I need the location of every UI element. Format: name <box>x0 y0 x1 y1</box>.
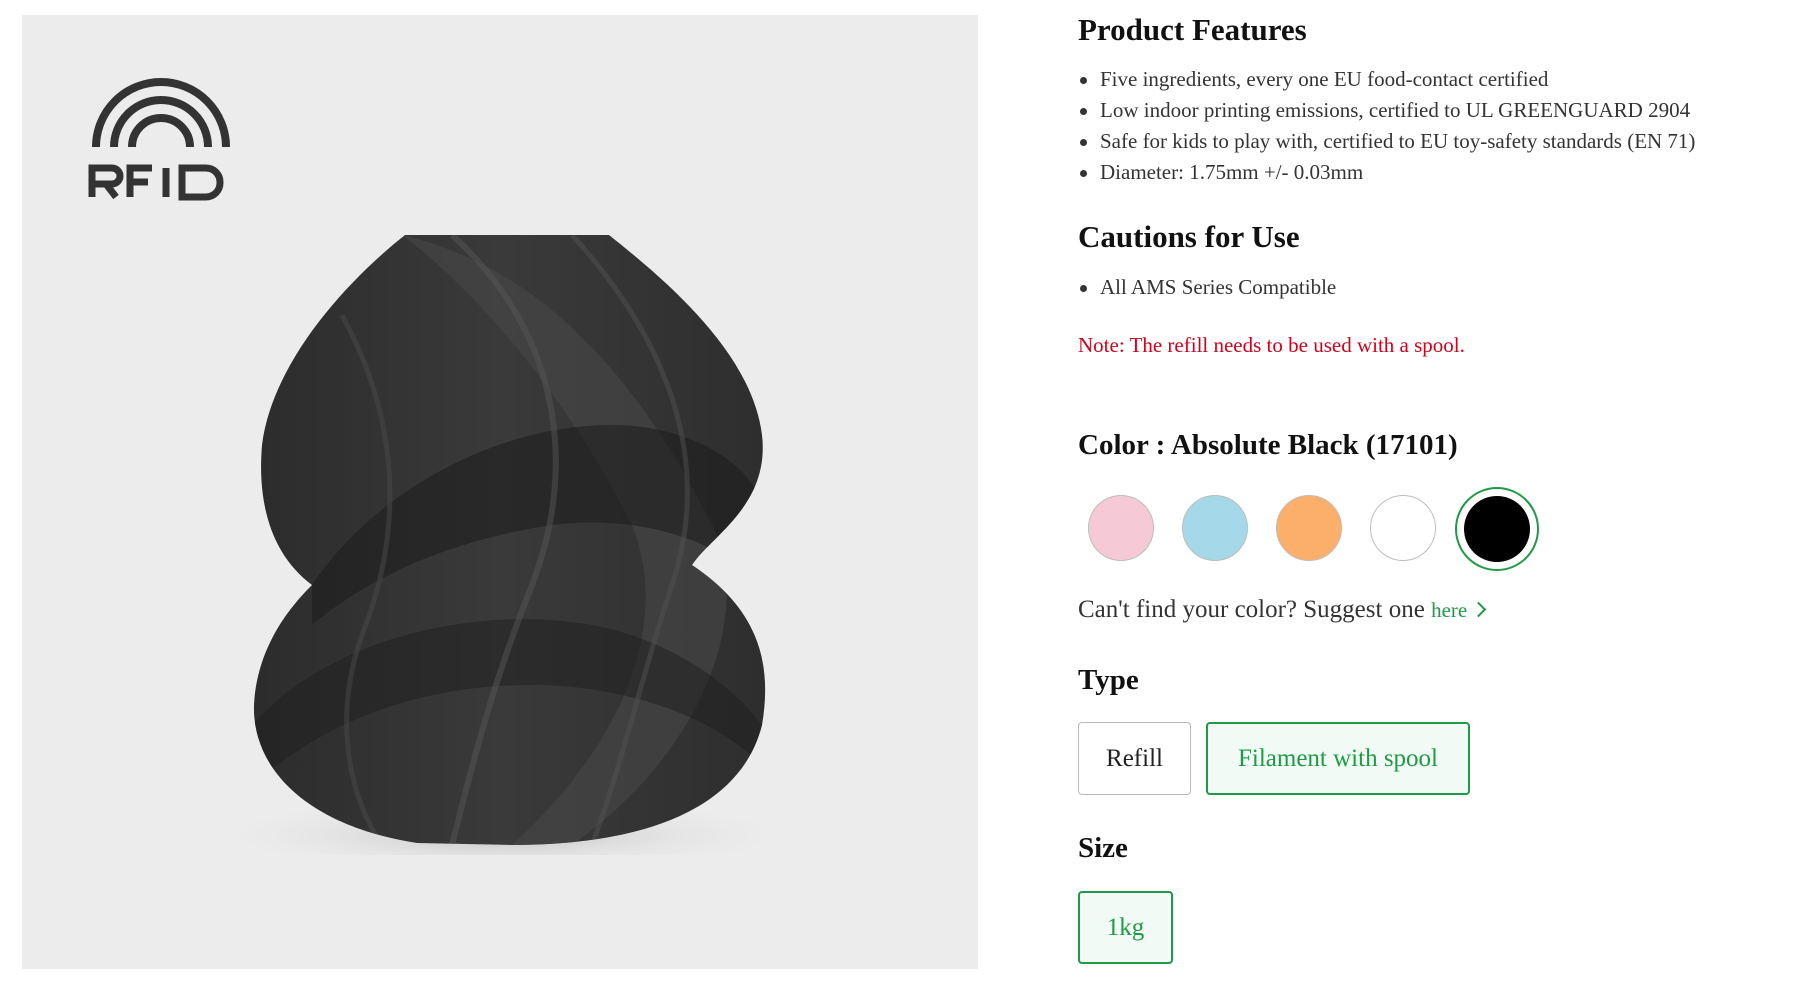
product-info-panel: Product Features Five ingredients, every… <box>1078 0 1778 981</box>
feature-item: Safe for kids to play with, certified to… <box>1078 126 1695 157</box>
feature-item: Five ingredients, every one EU food-cont… <box>1078 64 1695 95</box>
suggest-text: Can't find your color? Suggest one <box>1078 596 1425 623</box>
color-heading: Color : Absolute Black (17101) <box>1078 429 1458 461</box>
product-image <box>22 15 978 969</box>
swatch-orange[interactable] <box>1276 495 1342 561</box>
product-features-title: Product Features <box>1078 12 1307 47</box>
size-option-1kg[interactable]: 1kg <box>1078 891 1173 964</box>
cautions-list: All AMS Series Compatible <box>1078 272 1336 303</box>
chevron-right-icon <box>1470 601 1487 618</box>
feature-item: Low indoor printing emissions, certified… <box>1078 95 1695 126</box>
swatch-light-blue[interactable] <box>1182 495 1248 561</box>
type-heading: Type <box>1078 664 1139 696</box>
size-heading: Size <box>1078 832 1128 864</box>
suggest-color: Can't find your color? Suggest one here <box>1078 596 1487 624</box>
suggest-link-label: here <box>1431 598 1468 622</box>
feature-item: Diameter: 1.75mm +/- 0.03mm <box>1078 157 1695 188</box>
swatch-pink[interactable] <box>1088 495 1154 561</box>
vase-image <box>202 235 802 855</box>
swatch-white[interactable] <box>1370 495 1436 561</box>
cautions-title: Cautions for Use <box>1078 219 1300 254</box>
swatch-absolute-black-fill <box>1464 496 1530 562</box>
caution-item: All AMS Series Compatible <box>1078 272 1336 303</box>
type-option-refill[interactable]: Refill <box>1078 722 1191 795</box>
swatch-absolute-black[interactable] <box>1455 487 1539 571</box>
refill-note: Note: The refill needs to be used with a… <box>1078 333 1465 357</box>
product-features-list: Five ingredients, every one EU food-cont… <box>1078 64 1695 188</box>
suggest-link[interactable]: here <box>1431 598 1487 622</box>
type-option-filament-with-spool[interactable]: Filament with spool <box>1206 722 1470 795</box>
rfid-logo <box>88 78 230 201</box>
